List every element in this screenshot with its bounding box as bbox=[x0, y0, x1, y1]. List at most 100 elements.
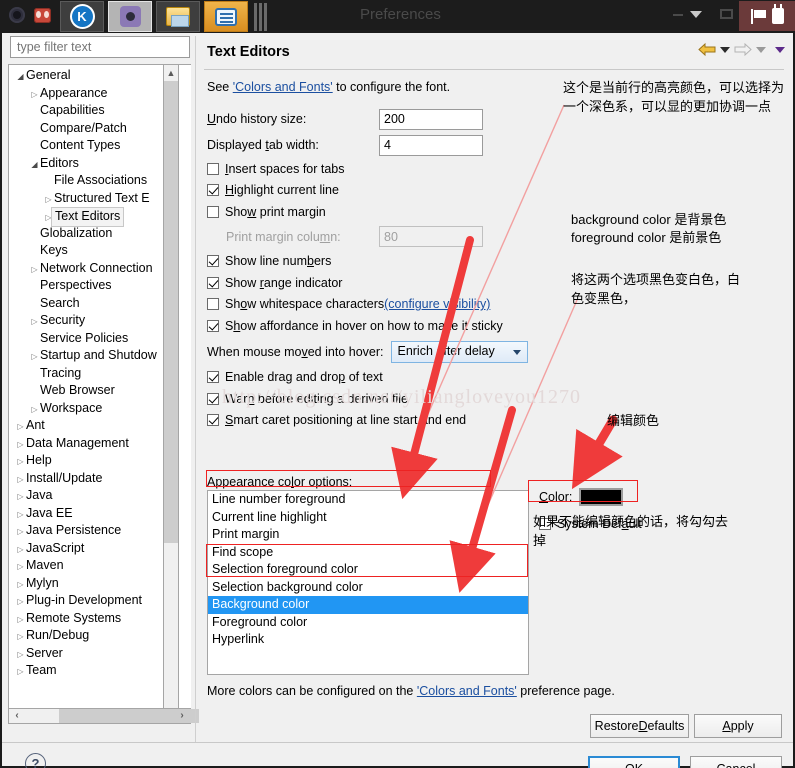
forward-dropdown-icon[interactable] bbox=[756, 46, 766, 53]
hover-mode-select[interactable]: Enrich after delay bbox=[391, 340, 529, 363]
scroll-left-icon[interactable]: ‹ bbox=[9, 709, 25, 723]
tree-expand-open-icon[interactable]: ◢ bbox=[15, 68, 26, 86]
checkbox-box[interactable] bbox=[207, 184, 219, 197]
color-option-item[interactable]: Background color bbox=[208, 596, 528, 614]
tree-expand-closed-icon[interactable]: ▷ bbox=[15, 646, 26, 664]
navigation-arrows bbox=[697, 42, 785, 57]
checkbox-box[interactable] bbox=[207, 298, 219, 311]
checkbox-highlight-current-line[interactable]: Highlight current line bbox=[207, 180, 567, 202]
tree-expand-closed-icon[interactable]: ▷ bbox=[15, 663, 26, 681]
tree-expand-closed-icon[interactable]: ▷ bbox=[15, 453, 26, 471]
tree-expand-closed-icon[interactable]: ▷ bbox=[15, 611, 26, 629]
forward-arrow-icon[interactable] bbox=[733, 42, 753, 57]
sidebar-item-label: Globalization bbox=[40, 225, 113, 240]
tree-expand-closed-icon[interactable]: ▷ bbox=[15, 558, 26, 576]
checkbox-box[interactable] bbox=[207, 319, 219, 332]
tree-expand-closed-icon[interactable]: ▷ bbox=[15, 418, 26, 436]
checkbox-show-whitespace[interactable]: Show whitespace characters (configure vi… bbox=[207, 294, 567, 316]
kepler-icon-button[interactable]: K bbox=[60, 1, 104, 32]
tree-expand-closed-icon[interactable]: ▷ bbox=[15, 523, 26, 541]
tree-expand-closed-icon[interactable]: ▷ bbox=[29, 261, 40, 279]
color-option-item[interactable]: Current line highlight bbox=[208, 509, 528, 527]
tree-expand-closed-icon[interactable]: ▷ bbox=[15, 628, 26, 646]
checkbox-label: Show whitespace characters bbox=[225, 297, 385, 312]
tab-width-label: Displayed tab width: bbox=[207, 138, 319, 152]
see-suffix: to configure the font. bbox=[332, 80, 451, 94]
cancel-button[interactable]: Cancel bbox=[690, 756, 782, 768]
gear-icon-button[interactable] bbox=[108, 1, 152, 32]
sidebar-item-label: Workspace bbox=[40, 400, 103, 415]
checkbox-box[interactable] bbox=[207, 392, 219, 405]
maximize-icon[interactable] bbox=[720, 9, 733, 19]
checkbox-insert-spaces[interactable]: Insert spaces for tabs bbox=[207, 158, 567, 180]
tree-vertical-scrollbar[interactable]: ▲ ▼ bbox=[163, 64, 179, 724]
checkbox-label: Warn before editing a derived file bbox=[225, 391, 408, 406]
scroll-up-icon[interactable]: ▲ bbox=[164, 65, 178, 81]
titlebar-toolbar: K bbox=[60, 1, 267, 32]
back-dropdown-icon[interactable] bbox=[720, 46, 730, 53]
appearance-color-options-label: Appearance color options: bbox=[207, 475, 353, 489]
scrollbar-thumb[interactable] bbox=[164, 81, 178, 543]
chevron-down-icon[interactable] bbox=[690, 11, 702, 18]
tree-expand-closed-icon[interactable]: ▷ bbox=[15, 541, 26, 559]
filter-input[interactable] bbox=[10, 36, 190, 58]
folder-icon-button[interactable] bbox=[156, 1, 200, 32]
tree-expand-closed-icon[interactable]: ▷ bbox=[15, 488, 26, 506]
tree-expand-closed-icon[interactable]: ▷ bbox=[29, 313, 40, 331]
color-option-item[interactable]: Hyperlink bbox=[208, 631, 528, 649]
help-icon[interactable]: ? bbox=[25, 753, 46, 768]
color-option-item[interactable]: Selection background color bbox=[208, 579, 528, 597]
tree-horizontal-scrollbar[interactable]: ‹ › bbox=[8, 708, 199, 724]
colors-and-fonts-link[interactable]: 'Colors and Fonts' bbox=[233, 80, 333, 94]
color-option-item[interactable]: Line number foreground bbox=[208, 491, 528, 509]
tree-expand-closed-icon[interactable]: ▷ bbox=[43, 191, 54, 209]
tab-width-input[interactable] bbox=[379, 134, 483, 156]
print-margin-column-input[interactable] bbox=[379, 226, 483, 247]
undo-history-input[interactable] bbox=[379, 108, 483, 130]
checkbox-show-print-margin[interactable]: Show print margin bbox=[207, 201, 567, 223]
back-arrow-icon[interactable] bbox=[697, 42, 717, 57]
checkbox-show-range-indicator[interactable]: Show range indicator bbox=[207, 272, 567, 294]
checkbox-box[interactable] bbox=[207, 255, 219, 268]
tree-expand-closed-icon[interactable]: ▷ bbox=[15, 506, 26, 524]
restore-defaults-button[interactable]: Restore Defaults bbox=[590, 714, 689, 738]
checkbox-box[interactable] bbox=[207, 205, 219, 218]
chat-icon-button[interactable] bbox=[204, 1, 248, 32]
checkbox-show-line-numbers[interactable]: Show line numbers bbox=[207, 251, 567, 273]
tree-expand-closed-icon[interactable]: ▷ bbox=[29, 348, 40, 366]
color-option-item[interactable]: Selection foreground color bbox=[208, 561, 528, 579]
chevron-down-icon[interactable] bbox=[513, 349, 522, 355]
checkbox-box[interactable] bbox=[207, 162, 219, 175]
checkbox-box[interactable] bbox=[539, 518, 551, 530]
color-option-item[interactable]: Foreground color bbox=[208, 614, 528, 632]
checkbox-warn-derived-file[interactable]: Warn before editing a derived file bbox=[207, 388, 567, 410]
apply-button[interactable]: Apply bbox=[694, 714, 782, 738]
tree-expand-closed-icon[interactable]: ▷ bbox=[29, 401, 40, 419]
checkbox-box[interactable] bbox=[207, 371, 219, 384]
menu-dropdown-icon[interactable] bbox=[775, 46, 785, 53]
tree-expand-closed-icon[interactable]: ▷ bbox=[15, 576, 26, 594]
system-default-row[interactable]: System Default bbox=[539, 517, 779, 531]
checkbox-show-affordance[interactable]: Show affordance in hover on how to make … bbox=[207, 315, 567, 337]
checkbox-enable-drag-drop[interactable]: Enable drag and drop of text bbox=[207, 367, 567, 389]
flag-icon bbox=[750, 8, 767, 24]
tree-expand-open-icon[interactable]: ◢ bbox=[29, 156, 40, 174]
tree-expand-closed-icon[interactable]: ▷ bbox=[15, 436, 26, 454]
checkbox-box[interactable] bbox=[207, 276, 219, 289]
tree-expand-closed-icon[interactable]: ▷ bbox=[15, 593, 26, 611]
color-option-item[interactable]: Find scope bbox=[208, 544, 528, 562]
tree-expand-closed-icon[interactable]: ▷ bbox=[15, 471, 26, 489]
minimize-icon[interactable] bbox=[673, 14, 683, 16]
checkbox-smart-caret[interactable]: Smart caret positioning at line start an… bbox=[207, 410, 567, 432]
toolbar-grip[interactable] bbox=[254, 2, 267, 31]
color-label: Color: bbox=[539, 490, 573, 504]
ok-button[interactable]: OK bbox=[588, 756, 680, 768]
tree-expand-closed-icon[interactable]: ▷ bbox=[29, 86, 40, 104]
colors-and-fonts-link-2[interactable]: 'Colors and Fonts' bbox=[417, 684, 517, 698]
checkbox-box[interactable] bbox=[207, 414, 219, 427]
scroll-right-icon[interactable]: › bbox=[174, 709, 190, 723]
appearance-color-options-list[interactable]: Line number foreground Current line highl… bbox=[207, 490, 529, 675]
color-swatch-button[interactable] bbox=[579, 488, 624, 506]
color-option-item[interactable]: Print margin bbox=[208, 526, 528, 544]
configure-visibility-link[interactable]: (configure visibility) bbox=[384, 297, 490, 311]
